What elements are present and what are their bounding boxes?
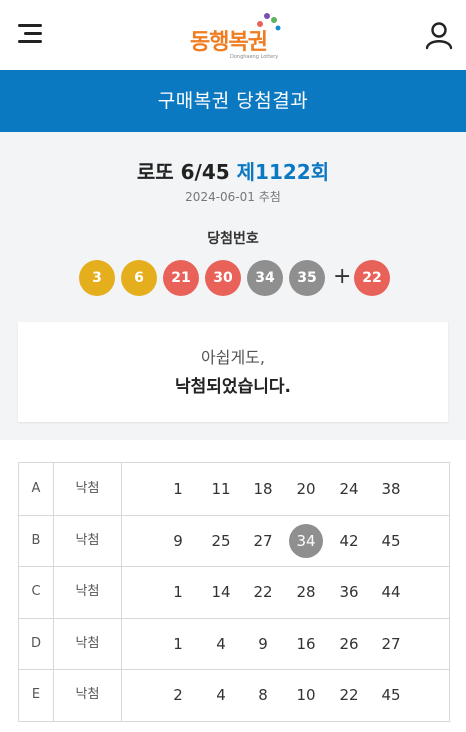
ticket-number: 45 [381,531,401,550]
result-message-line2: 낙첨되었습니다. [175,377,291,397]
result-message-line1: 아쉽게도, [201,348,265,367]
ticket-number: 1 [173,634,183,653]
winning-ball: 21 [163,260,199,296]
ticket-number: 10 [296,686,316,705]
ticket-number: 24 [339,480,359,498]
logo-subtext: Donghaeng Lottery [230,54,279,60]
winning-numbers: 3 6 21 30 34 35 + 22 [0,260,466,296]
ticket-number: 8 [258,686,268,705]
ticket-number: 1 [173,583,183,602]
ticket-number: 1 [173,480,183,498]
draw-date: 2024-06-01 추첨 [185,190,281,204]
ticket-number: 2 [173,686,183,705]
game-label: D [19,617,54,670]
table-row: C 낙첨 1 14 22 28 36 44 [19,566,449,619]
ticket-number: 18 [253,480,273,498]
ticket-number: 38 [381,480,401,498]
draw-round: 제1122회 [236,160,330,184]
winning-ball: 30 [205,260,241,296]
winning-ball: 35 [289,260,325,296]
ticket-number: 27 [253,531,273,550]
draw-title: 로또 6/45 제1122회 [0,156,466,185]
ticket-number: 27 [381,634,401,653]
top-header: 동행복권 Donghaeng Lottery [0,0,466,70]
game-result: 낙첨 [54,463,122,515]
ticket-number: 9 [173,531,183,550]
ticket-number: 11 [211,480,231,498]
draw-result-section: 로또 6/45 제1122회 2024-06-01 추첨 당첨번호 3 6 21… [0,132,466,440]
table-row: E 낙첨 2 4 8 10 22 45 [19,669,449,721]
game-label: E [19,669,54,721]
ticket-number: 42 [339,531,359,550]
winning-ball: 6 [121,260,157,296]
winning-ball: 3 [79,260,115,296]
ticket-number: 9 [258,634,268,653]
user-icon[interactable] [424,20,454,50]
ticket-number: 16 [296,634,316,653]
ticket-table: A 낙첨 1 11 18 20 24 38 B 낙첨 9 25 27 34 42… [18,462,450,722]
table-row: D 낙첨 1 4 9 16 26 27 [19,617,449,671]
game-result: 낙첨 [54,566,122,618]
winning-numbers-label: 당첨번호 [207,231,259,247]
game-result: 낙첨 [54,514,122,567]
logo[interactable]: 동행복권 Donghaeng Lottery [190,10,286,60]
ticket-number: 44 [381,583,401,602]
table-row: B 낙첨 9 25 27 34 42 45 [19,514,449,568]
ticket-number: 28 [296,583,316,602]
ticket-number: 26 [339,634,359,653]
game-name: 로또 6/45 [136,160,230,184]
ticket-number: 14 [211,583,231,602]
menu-icon[interactable] [18,22,44,44]
ticket-number: 22 [253,583,273,602]
ticket-section: A 낙첨 1 11 18 20 24 38 B 낙첨 9 25 27 34 42… [0,440,466,732]
game-label: B [19,514,54,567]
ticket-number-matched: 34 [289,523,323,558]
result-message-card: 아쉽게도, 낙첨되었습니다. [18,322,448,422]
ticket-number: 4 [216,634,226,653]
table-row: A 낙첨 1 11 18 20 24 38 [19,463,449,516]
game-label: A [19,463,54,515]
ticket-number: 20 [296,480,316,498]
game-label: C [19,566,54,618]
ticket-number: 25 [211,531,231,550]
winning-ball: 34 [247,260,283,296]
page-title: 구매복권 당첨결과 [0,70,466,132]
ticket-number: 22 [339,686,359,705]
logo-text: 동행복권 [190,30,268,55]
plus-sign: + [333,264,352,289]
game-result: 낙첨 [54,617,122,670]
game-result: 낙첨 [54,669,122,721]
ticket-number: 4 [216,686,226,705]
ticket-number: 36 [339,583,359,602]
ticket-number: 45 [381,686,401,705]
bonus-ball: 22 [354,260,390,296]
